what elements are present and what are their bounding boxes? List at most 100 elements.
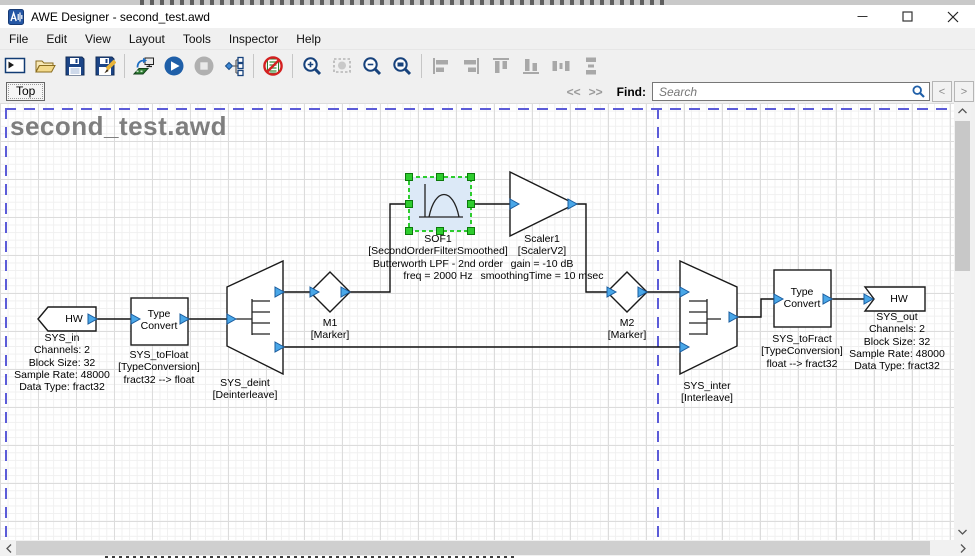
window-title: AWE Designer - second_test.awd bbox=[31, 10, 210, 24]
stop-button[interactable] bbox=[190, 52, 218, 79]
selection-handle[interactable] bbox=[468, 174, 475, 181]
zoom-actual-size-button[interactable] bbox=[388, 52, 416, 79]
inspector-disabled-button[interactable] bbox=[259, 52, 287, 79]
inspector-disabled-icon bbox=[262, 55, 284, 77]
find-next-button[interactable]: > bbox=[954, 81, 974, 102]
zoom-out-button[interactable] bbox=[358, 52, 386, 79]
chevron-left-icon bbox=[6, 544, 12, 553]
horizontal-scrollbar[interactable] bbox=[0, 540, 971, 556]
scroll-right-button[interactable] bbox=[954, 540, 971, 556]
zoom-selection-button[interactable] bbox=[328, 52, 356, 79]
menu-inspector[interactable]: Inspector bbox=[220, 30, 287, 48]
close-button[interactable] bbox=[930, 5, 975, 28]
find-label: Find: bbox=[617, 85, 646, 99]
chevron-down-icon bbox=[958, 529, 967, 535]
align-left-button[interactable] bbox=[427, 52, 455, 79]
toolbar-separator bbox=[292, 54, 293, 78]
align-right-icon bbox=[460, 55, 482, 77]
sys-deint-block[interactable] bbox=[227, 261, 283, 374]
zoom-selection-icon bbox=[331, 55, 353, 77]
menu-file[interactable]: File bbox=[0, 30, 37, 48]
align-right-button[interactable] bbox=[457, 52, 485, 79]
sys-in-block[interactable] bbox=[38, 307, 96, 331]
save-as-icon bbox=[94, 55, 116, 77]
distribute-vertical-button[interactable] bbox=[577, 52, 605, 79]
align-top-button[interactable] bbox=[487, 52, 515, 79]
minimize-icon bbox=[857, 11, 868, 22]
toolbar-separator bbox=[421, 54, 422, 78]
save-icon bbox=[64, 55, 86, 77]
play-button[interactable] bbox=[160, 52, 188, 79]
zoom-out-icon bbox=[361, 55, 383, 77]
diagram-svg bbox=[0, 103, 954, 540]
prev-page-button[interactable]: << bbox=[563, 85, 585, 99]
new-layout-icon bbox=[4, 55, 26, 77]
distribute-vertical-icon bbox=[580, 55, 602, 77]
toolbar bbox=[0, 49, 975, 81]
find-prev-button[interactable]: < bbox=[932, 81, 952, 102]
sys-inter-block[interactable] bbox=[680, 261, 737, 374]
wire-5 bbox=[575, 204, 610, 292]
selection-handle[interactable] bbox=[406, 201, 413, 208]
title-bar[interactable]: AWE Designer - second_test.awd bbox=[0, 5, 975, 28]
layout-canvas[interactable]: second_test.awd HWSYS_inChannels: 2Block… bbox=[0, 103, 954, 540]
distribute-horizontal-button[interactable] bbox=[547, 52, 575, 79]
app-logo-icon bbox=[8, 9, 24, 25]
selection-handle[interactable] bbox=[437, 174, 444, 181]
propagate-changes-icon bbox=[223, 55, 245, 77]
distribute-horizontal-icon bbox=[550, 55, 572, 77]
window-right-gutter bbox=[971, 103, 975, 558]
open-file-button[interactable] bbox=[31, 52, 59, 79]
wire-3 bbox=[350, 204, 409, 292]
selection-handle[interactable] bbox=[406, 174, 413, 181]
menu-tools[interactable]: Tools bbox=[174, 30, 220, 48]
menu-edit[interactable]: Edit bbox=[37, 30, 76, 48]
stop-icon bbox=[193, 55, 215, 77]
chevron-up-icon bbox=[958, 108, 967, 114]
chevron-right-icon bbox=[960, 544, 966, 553]
play-icon bbox=[163, 55, 185, 77]
vertical-scrollbar[interactable] bbox=[954, 103, 971, 540]
new-layout-button[interactable] bbox=[1, 52, 29, 79]
sys-tofloat-block[interactable] bbox=[131, 298, 188, 345]
menu-help[interactable]: Help bbox=[287, 30, 330, 48]
align-bottom-icon bbox=[520, 55, 542, 77]
selection-handle[interactable] bbox=[468, 201, 475, 208]
align-left-icon bbox=[430, 55, 452, 77]
sof1-block[interactable] bbox=[409, 177, 471, 231]
connect-to-target-button[interactable] bbox=[130, 52, 158, 79]
scroll-left-button[interactable] bbox=[0, 540, 17, 556]
maximize-button[interactable] bbox=[885, 5, 930, 28]
connect-to-target-icon bbox=[133, 55, 155, 77]
scroll-down-button[interactable] bbox=[954, 524, 971, 540]
scroll-up-button[interactable] bbox=[954, 103, 971, 119]
save-button[interactable] bbox=[61, 52, 89, 79]
wire-8 bbox=[737, 299, 777, 317]
zoom-in-icon bbox=[301, 55, 323, 77]
next-page-button[interactable]: >> bbox=[585, 85, 607, 99]
awe-designer-window: AWE Designer - second_test.awd File Edit… bbox=[0, 0, 975, 558]
menu-view[interactable]: View bbox=[76, 30, 120, 48]
maximize-icon bbox=[902, 11, 913, 22]
zoom-actual-size-icon bbox=[391, 55, 413, 77]
menu-bar: File Edit View Layout Tools Inspector He… bbox=[0, 28, 975, 49]
tab-top[interactable]: Top bbox=[6, 82, 45, 101]
search-icon[interactable] bbox=[912, 85, 925, 98]
zoom-in-button[interactable] bbox=[298, 52, 326, 79]
menu-layout[interactable]: Layout bbox=[120, 30, 174, 48]
save-as-button[interactable] bbox=[91, 52, 119, 79]
open-folder-icon bbox=[34, 55, 56, 77]
align-top-icon bbox=[490, 55, 512, 77]
scaler1-output-pin bbox=[568, 199, 577, 209]
selection-handle[interactable] bbox=[437, 228, 444, 235]
align-bottom-button[interactable] bbox=[517, 52, 545, 79]
toolbar-separator bbox=[124, 54, 125, 78]
minimize-button[interactable] bbox=[840, 5, 885, 28]
horizontal-scroll-thumb[interactable] bbox=[16, 541, 930, 555]
vertical-scroll-thumb[interactable] bbox=[955, 121, 970, 271]
selection-handle[interactable] bbox=[468, 228, 475, 235]
propagate-changes-button[interactable] bbox=[220, 52, 248, 79]
close-icon bbox=[947, 11, 959, 23]
search-input[interactable] bbox=[652, 82, 930, 101]
selection-handle[interactable] bbox=[406, 228, 413, 235]
